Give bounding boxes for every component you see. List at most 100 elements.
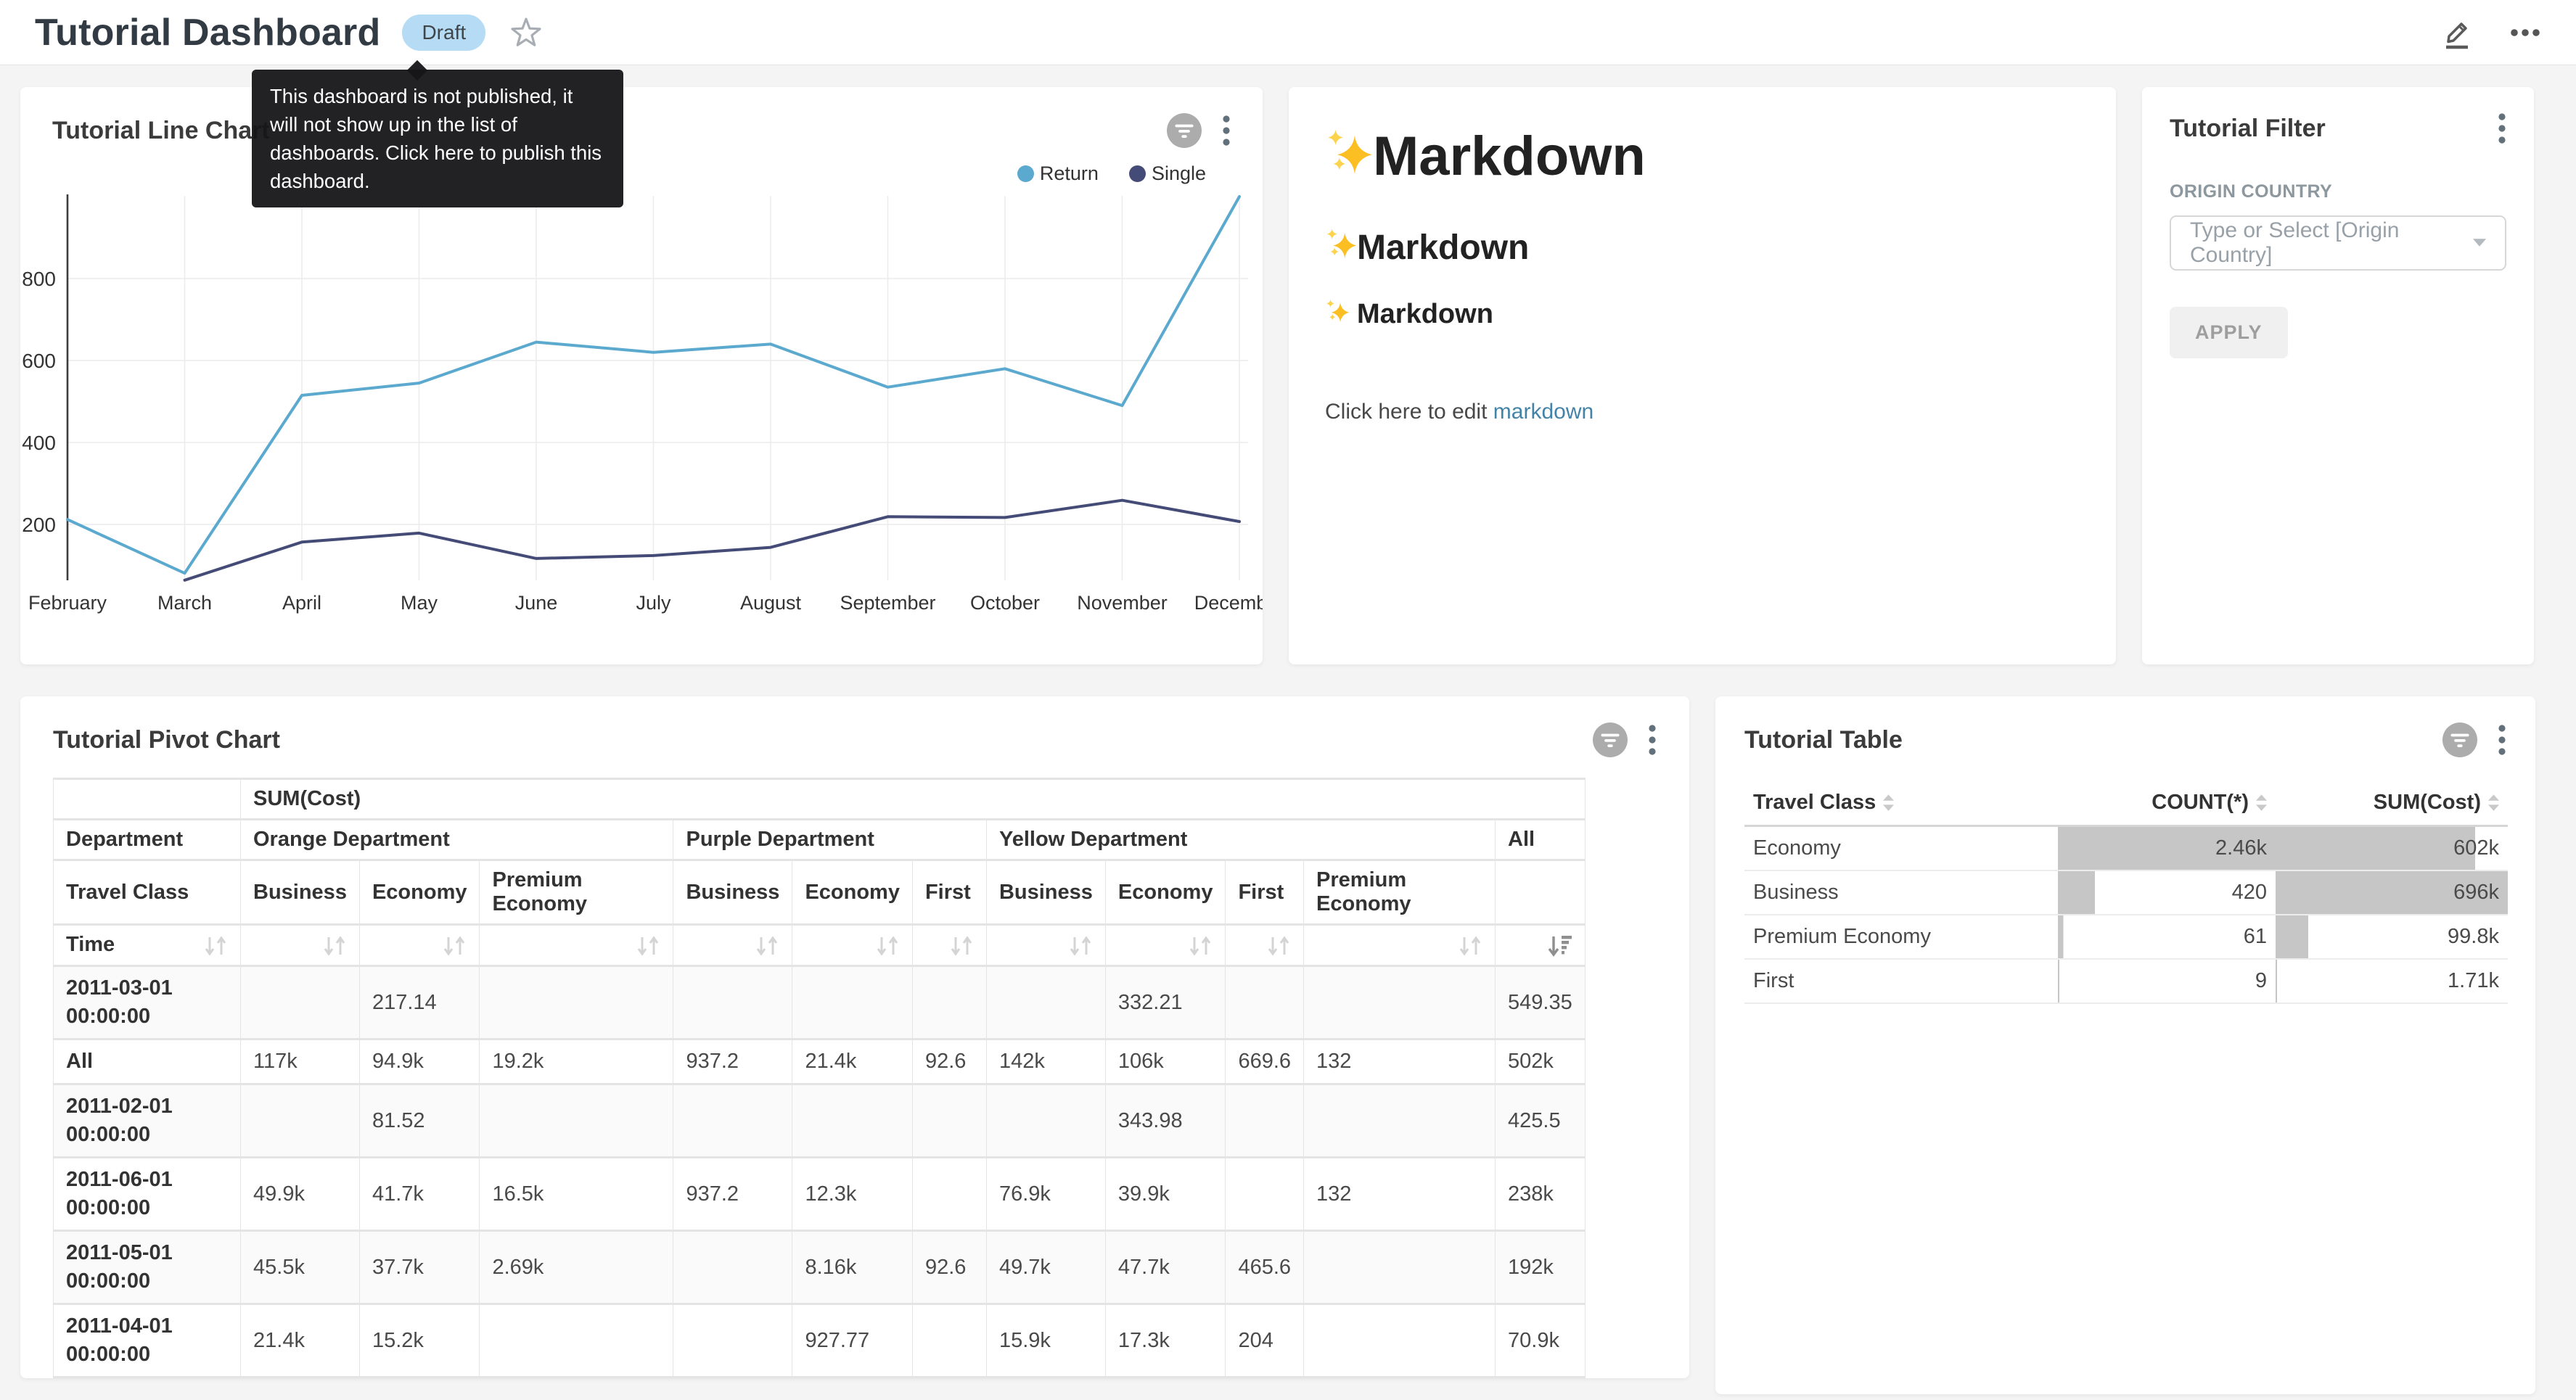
pivot-cell: 92.6 xyxy=(912,1039,986,1084)
pivot-cell: 238k xyxy=(1496,1158,1586,1231)
pivot-cell: 937.2 xyxy=(673,1158,792,1231)
pivot-sort-header[interactable] xyxy=(241,925,360,966)
pivot-cell: 15.2k xyxy=(359,1304,480,1378)
sort-icon[interactable] xyxy=(636,934,660,958)
legend-item-return[interactable]: Return xyxy=(1017,162,1099,185)
markdown-paragraph: Click here to edit markdown xyxy=(1325,400,2080,424)
line-chart-card: Tutorial Line Chart xyxy=(20,87,1263,664)
sort-icon[interactable] xyxy=(875,934,900,958)
pivot-time-header[interactable]: Time xyxy=(54,925,241,966)
table-header-travel-class[interactable]: Travel Class xyxy=(1744,781,2058,826)
pivot-sort-header[interactable] xyxy=(986,925,1105,966)
tooltip-text: This dashboard is not published, it will… xyxy=(270,85,602,192)
pivot-row-header: 2011-03-01 00:00:00 xyxy=(54,966,241,1039)
applied-filter-indicator-icon[interactable] xyxy=(2442,722,2477,757)
pivot-row-header: All xyxy=(54,1039,241,1084)
pivot-row: All117k94.9k19.2k937.221.4k92.6142k106k6… xyxy=(54,1039,1586,1084)
pivot-col-header: Premium Economy xyxy=(1304,860,1496,925)
pivot-sort-header[interactable] xyxy=(792,925,913,966)
count-cell: 9 xyxy=(2058,959,2276,1003)
pivot-class-row-label: Travel Class xyxy=(54,860,241,925)
svg-text:March: March xyxy=(157,592,212,614)
chart-kebab-menu-icon[interactable] xyxy=(1222,114,1231,147)
sum-cell: 696k xyxy=(2276,870,2508,915)
pivot-cell: 142k xyxy=(986,1039,1105,1084)
sort-descending-icon[interactable] xyxy=(1546,934,1572,958)
applied-filter-indicator-icon[interactable] xyxy=(1167,113,1202,148)
pivot-sort-header[interactable] xyxy=(1304,925,1496,966)
markdown-card[interactable]: Markdown Markdown xyxy=(1289,87,2116,664)
pivot-cell: 19.2k xyxy=(480,1039,673,1084)
favorite-star-icon[interactable] xyxy=(510,17,542,48)
pivot-cell xyxy=(792,1084,913,1158)
sparkles-icon xyxy=(1325,125,1373,188)
legend-label: Return xyxy=(1040,162,1099,185)
sort-icon[interactable] xyxy=(203,934,228,958)
pivot-cell: 49.7k xyxy=(986,1231,1105,1304)
pivot-cell: 927.77 xyxy=(792,1304,913,1378)
pivot-cell xyxy=(241,1084,360,1158)
pivot-cell xyxy=(792,966,913,1039)
travel-class-cell: Premium Economy xyxy=(1744,915,2058,959)
sort-caret-icon xyxy=(2256,794,2267,812)
sort-icon[interactable] xyxy=(1266,934,1291,958)
draft-badge[interactable]: Draft xyxy=(402,15,485,51)
chart-kebab-menu-icon[interactable] xyxy=(2498,723,2506,757)
legend-item-single[interactable]: Single xyxy=(1129,162,1206,185)
pivot-col-group: All xyxy=(1496,820,1586,860)
apply-button[interactable]: APPLY xyxy=(2170,307,2288,358)
chart-legend: Return Single xyxy=(1017,162,1206,185)
line-chart-canvas[interactable]: 200400600800FebruaryMarchAprilMayJuneJul… xyxy=(20,189,1263,664)
pivot-cell xyxy=(986,966,1105,1039)
sum-cell: 1.71k xyxy=(2276,959,2508,1003)
svg-text:December: December xyxy=(1194,592,1263,614)
pivot-sort-header[interactable] xyxy=(480,925,673,966)
chart-kebab-menu-icon[interactable] xyxy=(1648,723,1657,757)
sort-icon[interactable] xyxy=(1188,934,1213,958)
pivot-cell: 94.9k xyxy=(359,1039,480,1084)
origin-country-select[interactable]: Type or Select [Origin Country] xyxy=(2170,215,2506,271)
table-header-count[interactable]: COUNT(*) xyxy=(2058,781,2276,826)
sort-icon[interactable] xyxy=(1068,934,1093,958)
pivot-col-header: Economy xyxy=(1105,860,1226,925)
more-options-icon[interactable] xyxy=(2509,28,2541,38)
applied-filter-indicator-icon[interactable] xyxy=(1593,722,1628,757)
pivot-sort-header[interactable] xyxy=(912,925,986,966)
pivot-cell: 204 xyxy=(1226,1304,1304,1378)
pivot-row-header: 2011-04-01 00:00:00 xyxy=(54,1304,241,1378)
pivot-cell: 81.52 xyxy=(359,1084,480,1158)
table-card: Tutorial Table xyxy=(1715,696,2535,1394)
svg-text:200: 200 xyxy=(22,514,56,536)
pivot-cell: 92.6 xyxy=(912,1231,986,1304)
pivot-sort-header[interactable] xyxy=(359,925,480,966)
edit-pencil-icon[interactable] xyxy=(2441,16,2472,49)
sort-icon[interactable] xyxy=(322,934,347,958)
legend-label: Single xyxy=(1152,162,1206,185)
svg-text:June: June xyxy=(515,592,558,614)
pivot-cell xyxy=(986,1084,1105,1158)
sort-icon[interactable] xyxy=(442,934,467,958)
page-title: Tutorial Dashboard xyxy=(35,11,380,54)
pivot-table: SUM(Cost)DepartmentOrange DepartmentPurp… xyxy=(53,778,1586,1378)
sort-icon[interactable] xyxy=(949,934,974,958)
pivot-sort-header[interactable] xyxy=(1105,925,1226,966)
pivot-cell: 16.5k xyxy=(480,1158,673,1231)
sort-icon[interactable] xyxy=(755,934,779,958)
markdown-edit-link[interactable]: markdown xyxy=(1493,400,1593,424)
pivot-row-header: 2011-02-01 00:00:00 xyxy=(54,1084,241,1158)
select-placeholder: Type or Select [Origin Country] xyxy=(2190,218,2473,268)
filter-card: Tutorial Filter ORIGIN COUNTRY Type or S… xyxy=(2142,87,2534,664)
table-header-sum[interactable]: SUM(Cost) xyxy=(2276,781,2508,826)
sort-icon[interactable] xyxy=(1458,934,1482,958)
pivot-sort-header[interactable] xyxy=(1226,925,1304,966)
pivot-row: 2011-05-01 00:00:0045.5k37.7k2.69k8.16k9… xyxy=(54,1231,1586,1304)
pivot-row-header: 2011-05-01 00:00:00 xyxy=(54,1231,241,1304)
pivot-sort-header[interactable] xyxy=(673,925,792,966)
pivot-cell: 217.14 xyxy=(359,966,480,1039)
count-cell: 61 xyxy=(2058,915,2276,959)
markdown-h2: Markdown xyxy=(1325,227,2080,268)
pivot-cell xyxy=(480,1304,673,1378)
chevron-down-icon xyxy=(2473,239,2486,247)
pivot-sort-header-active[interactable] xyxy=(1496,925,1586,966)
filter-kebab-menu-icon[interactable] xyxy=(2498,112,2506,145)
